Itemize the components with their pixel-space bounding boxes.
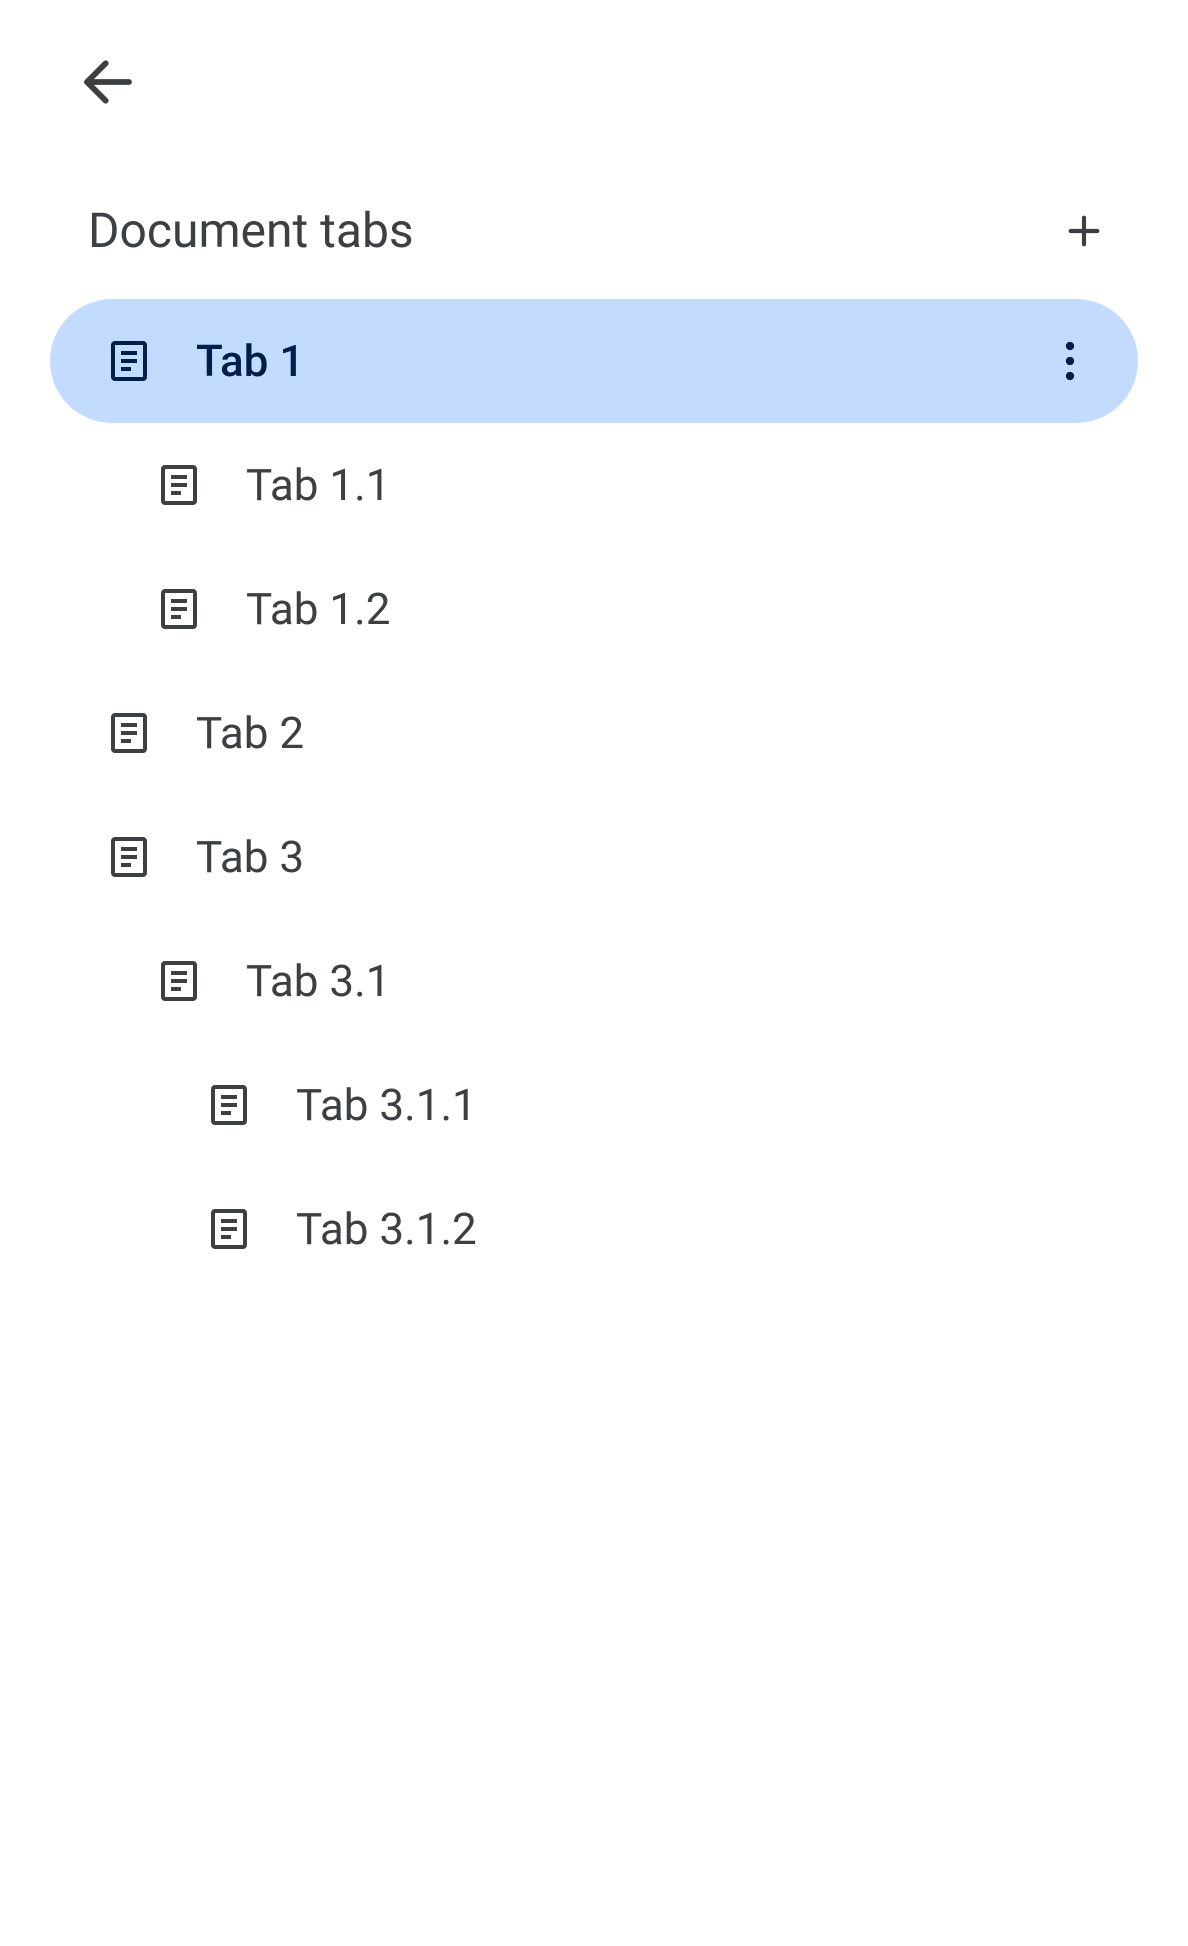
document-icon — [154, 460, 204, 510]
tab-label: Tab 3 — [196, 831, 304, 883]
document-icon — [104, 708, 154, 758]
tab-item[interactable]: Tab 1.1 — [50, 423, 1138, 547]
tab-item[interactable]: Tab 3.1.2 — [50, 1167, 1138, 1291]
tab-label: Tab 3.1 — [246, 955, 390, 1007]
document-icon — [204, 1080, 254, 1130]
document-icon — [204, 1204, 254, 1254]
tab-label: Tab 1 — [196, 335, 304, 387]
page-title: Document tabs — [88, 202, 414, 259]
tab-item[interactable]: Tab 3.1.1 — [50, 1043, 1138, 1167]
plus-icon — [1064, 211, 1104, 251]
tab-label: Tab 1.2 — [246, 583, 390, 635]
document-tabs-header: Document tabs — [88, 202, 1108, 259]
tab-item[interactable]: Tab 3 — [50, 795, 1138, 919]
back-button[interactable] — [78, 52, 138, 112]
tab-more-button[interactable] — [1046, 337, 1094, 385]
tab-label: Tab 2 — [196, 707, 304, 759]
tab-label: Tab 3.1.1 — [296, 1079, 477, 1131]
document-icon — [154, 584, 204, 634]
tab-item[interactable]: Tab 3.1 — [50, 919, 1138, 1043]
document-icon — [154, 956, 204, 1006]
more-vertical-icon — [1065, 341, 1075, 381]
tab-item[interactable]: Tab 1.2 — [50, 547, 1138, 671]
arrow-left-icon — [80, 54, 136, 110]
tab-item[interactable]: Tab 2 — [50, 671, 1138, 795]
tabs-list: Tab 1 Tab 1.1 — [50, 299, 1138, 1291]
document-icon — [104, 336, 154, 386]
tab-item[interactable]: Tab 1 — [50, 299, 1138, 423]
add-tab-button[interactable] — [1060, 207, 1108, 255]
tab-label: Tab 3.1.2 — [296, 1203, 477, 1255]
document-icon — [104, 832, 154, 882]
tab-label: Tab 1.1 — [246, 459, 390, 511]
